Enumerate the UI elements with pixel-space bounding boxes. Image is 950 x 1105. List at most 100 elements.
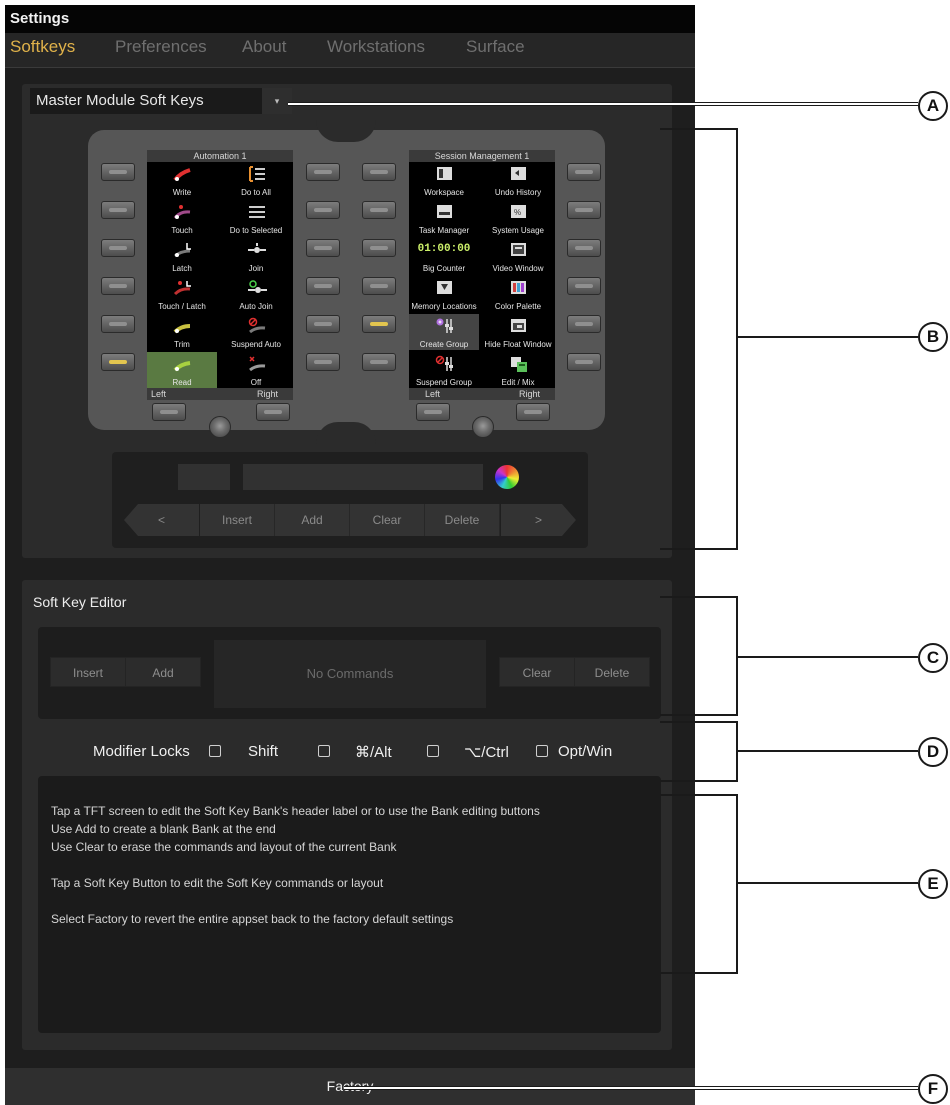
callout-bracket-b-bottom — [660, 548, 738, 550]
softkey-cell[interactable]: Read — [147, 352, 217, 388]
soft-key-button[interactable] — [306, 315, 340, 333]
soft-key-button[interactable] — [362, 239, 396, 257]
editor-add-button[interactable]: Add — [125, 657, 201, 687]
softkey-cell[interactable]: Join — [221, 238, 291, 274]
soft-key-button[interactable] — [362, 315, 396, 333]
editor-delete-button[interactable]: Delete — [574, 657, 650, 687]
soft-key-button[interactable] — [256, 403, 290, 421]
option-ctrl-checkbox[interactable] — [427, 745, 439, 757]
soft-key-button[interactable] — [306, 163, 340, 181]
bank-insert-button[interactable]: Insert — [200, 504, 275, 536]
suspend-auto-icon — [248, 317, 266, 334]
softkey-cell[interactable]: Touch / Latch — [147, 276, 217, 312]
softkey-cell[interactable]: Edit / Mix — [483, 352, 553, 388]
color-wheel-icon[interactable] — [495, 465, 519, 489]
cell-label: Color Palette — [494, 302, 542, 311]
soft-key-button[interactable] — [152, 403, 186, 421]
softkey-cell[interactable]: Undo History — [483, 162, 553, 198]
rotary-knob[interactable] — [209, 416, 231, 438]
soft-key-button[interactable] — [101, 163, 135, 181]
callout-bracket-d-bottom — [660, 780, 738, 782]
soft-key-button[interactable] — [306, 239, 340, 257]
bank-selector[interactable]: Master Module Soft Keys ▾ — [30, 88, 292, 114]
soft-key-button[interactable] — [101, 315, 135, 333]
touch-latch-icon — [173, 281, 191, 296]
soft-key-button[interactable] — [516, 403, 550, 421]
soft-key-button[interactable] — [567, 239, 601, 257]
option-ctrl-label: ⌥/Ctrl — [464, 744, 509, 761]
softkey-cell[interactable]: Hide Float Window — [483, 314, 553, 350]
softkey-cell[interactable]: Create Group — [409, 314, 479, 350]
callout-line-f — [344, 1086, 918, 1090]
softkey-cell[interactable]: Suspend Auto — [221, 314, 291, 350]
softkey-cell[interactable]: Latch — [147, 238, 217, 274]
editor-title: Soft Key Editor — [33, 594, 127, 610]
tab-about[interactable]: About — [242, 37, 286, 57]
surface-notch-bottom — [316, 422, 376, 444]
softkey-cell[interactable]: % System Usage — [483, 200, 553, 236]
soft-key-button[interactable] — [306, 353, 340, 371]
cell-label: Read — [172, 378, 192, 387]
softkey-cell[interactable]: Write — [147, 162, 217, 198]
softkey-cell[interactable]: Workspace — [409, 162, 479, 198]
chevron-down-icon[interactable]: ▾ — [262, 88, 292, 114]
callout-a: A — [918, 91, 948, 121]
soft-key-button[interactable] — [306, 201, 340, 219]
bank-add-button[interactable]: Add — [275, 504, 350, 536]
shift-checkbox[interactable] — [209, 745, 221, 757]
cmd-alt-checkbox[interactable] — [318, 745, 330, 757]
soft-key-button[interactable] — [567, 163, 601, 181]
softkey-cell[interactable]: Off — [221, 352, 291, 388]
softkey-cell[interactable]: Trim — [147, 314, 217, 350]
softkey-cell[interactable]: Auto Join — [221, 276, 291, 312]
soft-key-button[interactable] — [362, 163, 396, 181]
softkey-cell[interactable]: Do to All — [221, 162, 291, 198]
bank-clear-button[interactable]: Clear — [350, 504, 425, 536]
cell-label: Trim — [174, 340, 190, 349]
editor-insert-button[interactable]: Insert — [50, 657, 126, 687]
softkey-cell[interactable]: Suspend Group — [409, 352, 479, 388]
softkey-cell[interactable]: 01:00:00 Big Counter — [409, 238, 479, 274]
soft-key-button[interactable] — [567, 277, 601, 295]
help-line: Use Clear to erase the commands and layo… — [51, 840, 397, 854]
screen-header[interactable]: Session Management 1 — [409, 150, 555, 162]
cell-label: Auto Join — [239, 302, 273, 311]
editor-clear-button[interactable]: Clear — [499, 657, 575, 687]
cell-label: Memory Locations — [411, 302, 477, 311]
tft-screen-right[interactable]: Session Management 1 Workspace Undo Hist… — [409, 150, 555, 400]
create-group-icon — [436, 318, 453, 333]
soft-key-button[interactable] — [101, 277, 135, 295]
soft-key-button[interactable] — [101, 353, 135, 371]
soft-key-button[interactable] — [362, 277, 396, 295]
callout-f: F — [918, 1074, 948, 1104]
softkey-cell[interactable]: Touch — [147, 200, 217, 236]
tft-screen-left[interactable]: Automation 1 Write Do to All Touch Do to… — [147, 150, 293, 400]
rotary-knob[interactable] — [472, 416, 494, 438]
command-list[interactable]: No Commands — [214, 640, 486, 708]
softkey-cell[interactable]: Do to Selected — [221, 200, 291, 236]
soft-key-button[interactable] — [101, 201, 135, 219]
tab-preferences[interactable]: Preferences — [115, 37, 207, 57]
soft-key-button[interactable] — [567, 315, 601, 333]
previous-bank-button[interactable]: < — [124, 504, 199, 536]
opt-win-checkbox[interactable] — [536, 745, 548, 757]
next-bank-button[interactable]: > — [501, 504, 576, 536]
screen-header[interactable]: Automation 1 — [147, 150, 293, 162]
softkey-cell[interactable]: Memory Locations — [409, 276, 479, 312]
softkey-cell[interactable]: Video Window — [483, 238, 553, 274]
soft-key-button[interactable] — [306, 277, 340, 295]
softkey-cell[interactable]: Color Palette — [483, 276, 553, 312]
tab-workstations[interactable]: Workstations — [327, 37, 425, 57]
soft-key-button[interactable] — [101, 239, 135, 257]
soft-key-button[interactable] — [567, 353, 601, 371]
softkey-cell[interactable]: Task Manager — [409, 200, 479, 236]
tab-surface[interactable]: Surface — [466, 37, 525, 57]
soft-key-button[interactable] — [362, 353, 396, 371]
bank-delete-button[interactable]: Delete — [425, 504, 500, 536]
soft-key-button[interactable] — [362, 201, 396, 219]
cell-label: Create Group — [419, 340, 469, 349]
tab-softkeys[interactable]: Softkeys — [10, 37, 75, 57]
soft-key-button[interactable] — [416, 403, 450, 421]
workspace-icon — [437, 167, 452, 180]
soft-key-button[interactable] — [567, 201, 601, 219]
